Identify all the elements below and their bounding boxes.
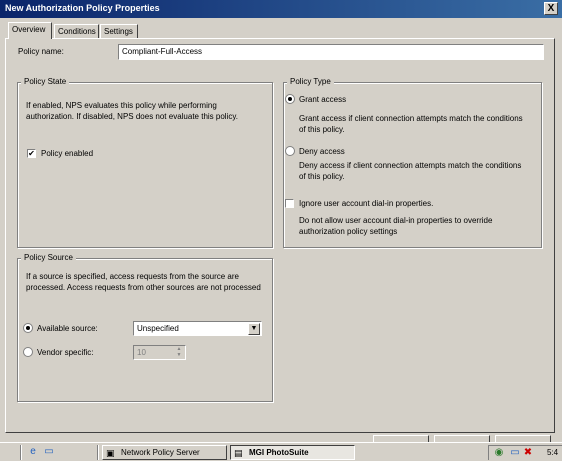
taskbar-button-mgi-photosuite[interactable]: ▤ MGI PhotoSuite <box>230 445 355 460</box>
vendor-specific-label: Vendor specific: <box>37 348 94 357</box>
deny-access-desc-line2: of this policy. <box>299 172 345 181</box>
available-source-label: Available source: <box>37 324 98 333</box>
tab-settings-label: Settings <box>104 27 133 36</box>
policy-name-label: Policy name: <box>18 47 64 56</box>
policy-name-input[interactable]: Compliant-Full-Access <box>118 44 544 60</box>
policy-source-desc-line2: processed. Access requests from other so… <box>26 283 261 292</box>
network-icon[interactable]: ◉ <box>493 447 505 459</box>
deny-access-radio[interactable] <box>285 146 295 156</box>
grant-access-radio[interactable] <box>285 94 295 104</box>
policy-state-desc-line1: If enabled, NPS evaluates this policy wh… <box>26 101 217 110</box>
radio-selected-dot <box>288 97 292 101</box>
server-icon: ▣ <box>106 448 115 458</box>
security-alert-icon[interactable]: ✖ <box>522 447 534 459</box>
taskbar: e ▭ ▣ Network Policy Server ▤ MGI PhotoS… <box>0 442 562 461</box>
radio-selected-dot <box>26 326 30 330</box>
ignore-dial-in-desc-line1: Do not allow user account dial-in proper… <box>299 216 493 225</box>
title-bar: New Authorization Policy Properties X <box>0 0 562 18</box>
available-source-dropdown[interactable]: Unspecified ▼ <box>133 321 262 336</box>
available-source-value: Unspecified <box>137 324 179 333</box>
policy-state-legend: Policy State <box>21 77 70 86</box>
taskbar-divider <box>20 445 22 460</box>
dropdown-arrow-button[interactable]: ▼ <box>248 323 260 335</box>
policy-source-legend: Policy Source <box>21 253 76 262</box>
taskbar-button-network-policy-server[interactable]: ▣ Network Policy Server <box>102 445 227 460</box>
chevron-down-icon: ▼ <box>250 325 258 332</box>
system-tray: ◉ ▭ ✖ 5:4 <box>488 445 562 460</box>
close-icon: X <box>547 3 555 14</box>
policy-source-desc-line1: If a source is specified, access request… <box>26 272 239 281</box>
vendor-specific-radio[interactable] <box>23 347 33 357</box>
close-button[interactable]: X <box>544 2 558 15</box>
stepper-down-icon[interactable]: ▼ <box>174 352 184 358</box>
tab-overview-label: Overview <box>12 25 46 34</box>
policy-enabled-label: Policy enabled <box>41 149 94 158</box>
stepper-arrows[interactable]: ▲ ▼ <box>174 346 184 359</box>
tab-settings[interactable]: Settings <box>100 24 138 38</box>
available-source-radio[interactable] <box>23 323 33 333</box>
photosuite-icon: ▤ <box>234 448 243 458</box>
taskbar-button-label: Network Policy Server <box>121 448 200 457</box>
grant-access-label: Grant access <box>299 95 347 104</box>
policy-enabled-checkbox[interactable]: ✔ <box>27 149 36 158</box>
grant-access-desc-line1: Grant access if client connection attemp… <box>299 114 523 123</box>
policy-state-desc-line2: authorization. If disabled, NPS does not… <box>26 112 238 121</box>
window-title: New Authorization Policy Properties <box>5 3 160 13</box>
vendor-specific-value: 10 <box>137 348 146 357</box>
clock[interactable]: 5:4 <box>547 448 558 457</box>
tab-conditions-label: Conditions <box>58 27 96 36</box>
grant-access-desc-line2: of this policy. <box>299 125 345 134</box>
tab-overview[interactable]: Overview <box>8 22 52 39</box>
monitor-icon[interactable]: ▭ <box>509 447 521 459</box>
taskbar-button-label: MGI PhotoSuite <box>249 448 309 457</box>
taskbar-divider <box>97 445 99 460</box>
ignore-dial-in-label: Ignore user account dial-in properties. <box>299 199 434 208</box>
ignore-dial-in-desc-line2: authorization policy settings <box>299 227 398 236</box>
deny-access-label: Deny access <box>299 147 345 156</box>
desktop-icon[interactable]: ▭ <box>43 446 55 458</box>
ignore-dial-in-checkbox[interactable] <box>285 199 294 208</box>
policy-type-legend: Policy Type <box>287 77 334 86</box>
tab-conditions[interactable]: Conditions <box>54 24 99 38</box>
vendor-specific-stepper[interactable]: 10 ▲ ▼ <box>133 345 186 360</box>
deny-access-desc-line1: Deny access if client connection attempt… <box>299 161 522 170</box>
ie-icon[interactable]: e <box>27 446 39 458</box>
